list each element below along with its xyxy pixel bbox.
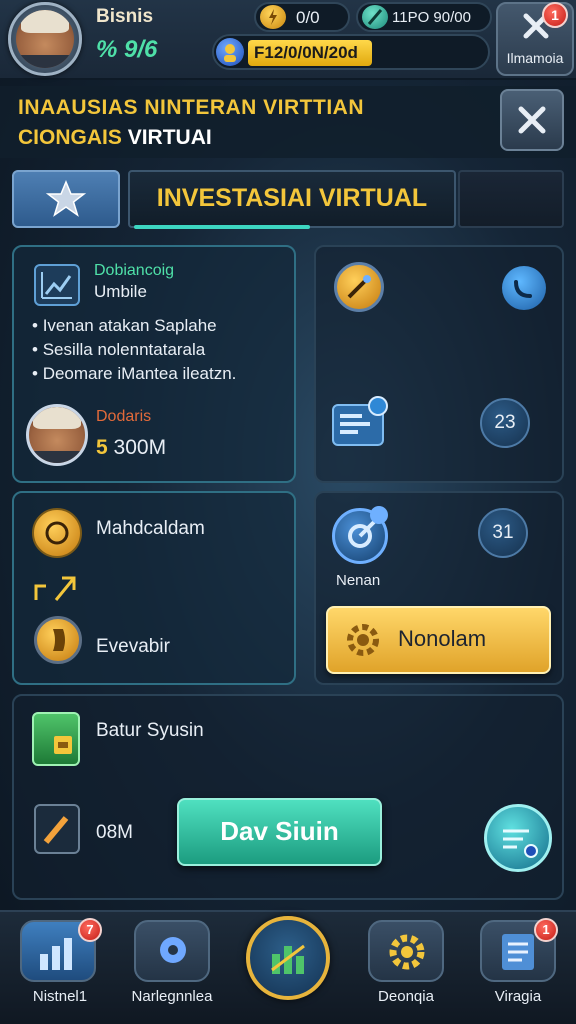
tab-active-indicator [134, 225, 310, 229]
bullet-item: • Ivenan atakan Saplahe [32, 316, 217, 335]
currency-coin-icon[interactable] [34, 616, 82, 664]
target-label: Nenan [336, 572, 381, 589]
chat-support-button[interactable] [484, 804, 552, 872]
evaluation-label: Evevabir [96, 636, 170, 657]
business-heading: Dobiancoig [94, 262, 175, 279]
gem-counter[interactable]: 11PO 90/00 [356, 2, 492, 32]
wallet-icon[interactable] [32, 712, 80, 766]
nav-item-label: Viragia [494, 988, 542, 1005]
action-counter-badge: 31 [478, 508, 528, 558]
tab-extra[interactable] [458, 170, 564, 228]
page-title-line2: CIONGAIS VIRTUAI [18, 126, 212, 150]
gem-value: 11PO 90/00 [392, 9, 471, 26]
coin-counter[interactable]: 0/0 [254, 2, 350, 32]
nav-badge: 1 [534, 918, 558, 942]
gear-people-icon [160, 937, 186, 963]
city-chart-icon [271, 944, 305, 974]
gear-icon [389, 934, 425, 970]
dav-siuin-button-label: Dav Siuin [220, 816, 339, 846]
avatar-face [16, 10, 74, 68]
nav-item-settings[interactable] [368, 920, 444, 982]
growth-chart-icon [34, 576, 76, 601]
chart-icon [34, 264, 80, 306]
target-dot [370, 506, 388, 524]
star-icon [46, 180, 86, 217]
nav-item-label: Nistnel1 [32, 988, 88, 1005]
nav-item-home[interactable] [246, 916, 330, 1000]
summary-value: 08M [96, 822, 133, 843]
page-title-line2-white: VIRTUAI [127, 126, 212, 149]
management-label: Mahdcaldam [96, 518, 205, 539]
phone-icon[interactable] [502, 266, 546, 310]
gear-icon [347, 624, 379, 656]
header-close-button[interactable] [500, 89, 564, 151]
business-subheading: Umbile [94, 282, 147, 301]
tab-investasi-virtual-label: INVESTASIAI VIRTUAL [156, 184, 428, 212]
profile-value: 5 300M [96, 436, 167, 459]
close-menu-label: Ilmamoia [506, 50, 564, 66]
refresh-icon [368, 396, 388, 416]
player-name: Bisnis [96, 6, 154, 27]
bullet-item: • Deomare iMantea ileatzn. [32, 364, 237, 383]
summary-heading: Batur Syusin [96, 720, 204, 741]
page-title-line2-gold: CIONGAIS [18, 126, 122, 149]
currency-bar: F12/0/0N/20d [248, 40, 372, 66]
feather-icon [362, 5, 388, 29]
summary-card [12, 694, 564, 900]
avatar-coin-icon [216, 38, 244, 66]
nav-item-label: Deonqia [378, 988, 434, 1005]
coin-icon [260, 5, 286, 29]
player-avatar[interactable] [8, 2, 82, 76]
profile-label: Dodaris [96, 408, 152, 425]
favorites-tab[interactable] [12, 170, 120, 228]
chat-icon [503, 829, 538, 858]
nav-item-label: Narlegnnlea [131, 988, 213, 1005]
nav-badge: 7 [78, 918, 102, 942]
compass-icon[interactable] [334, 262, 384, 312]
close-icon [518, 106, 546, 134]
handshake-coin-icon[interactable] [32, 508, 82, 558]
nonolam-button-label: Nonolam [398, 626, 487, 651]
stats-counter-badge: 23 [480, 398, 530, 448]
report-icon[interactable] [34, 804, 80, 854]
bar-chart-icon [40, 938, 72, 970]
bullet-item: • Sesilla nolenntatarala [32, 340, 206, 359]
notification-badge: 1 [542, 2, 568, 28]
page-title-line1: INAAUSIAS NINTERAN VIRTTIAN [18, 96, 365, 119]
profile-avatar[interactable] [26, 404, 88, 466]
player-percent: % 9/6 [96, 36, 158, 63]
nav-item-management[interactable] [134, 920, 210, 982]
coin-value: 0/0 [296, 8, 320, 27]
currency-bar-frame: F12/0/0N/20d [212, 34, 490, 70]
